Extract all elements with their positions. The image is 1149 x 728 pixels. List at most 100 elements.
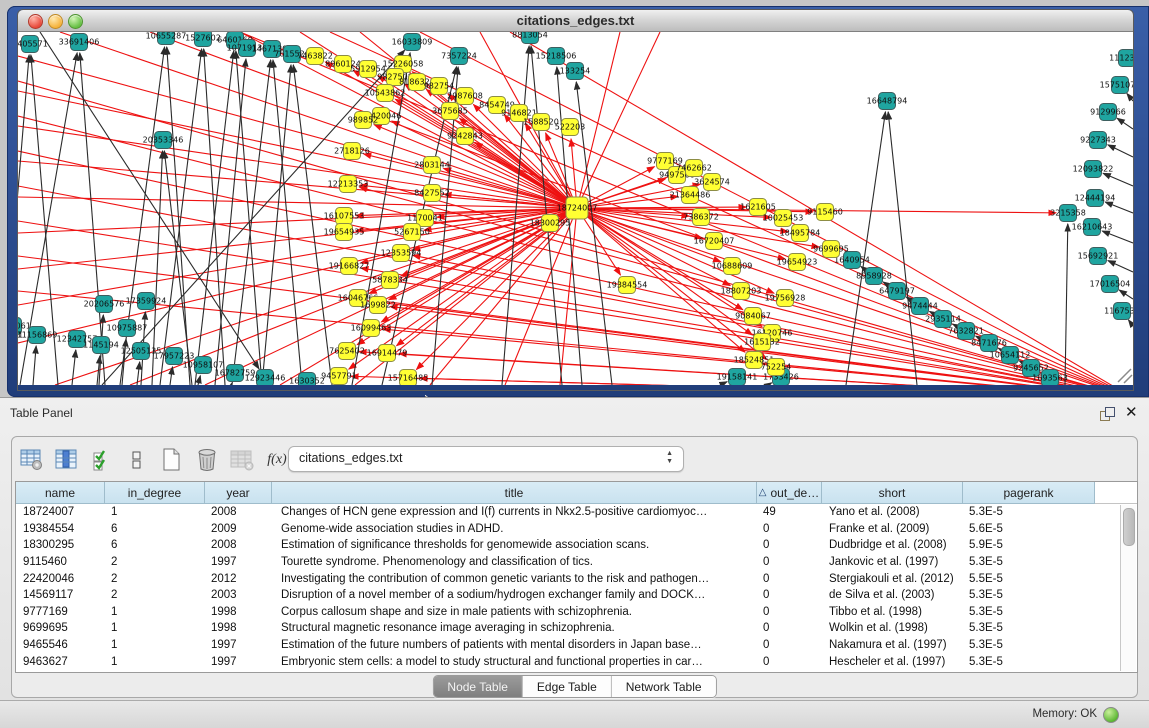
graph-node[interactable]: 9457791 [321, 368, 357, 385]
svg-text:7357224: 7357224 [441, 52, 477, 61]
graph-node[interactable]: 2718126 [334, 143, 370, 160]
tab-edge-table[interactable]: Edge Table [523, 676, 612, 697]
cell-year: 2008 [205, 504, 272, 521]
table-row[interactable]: 946554611997Estimation of the future num… [16, 637, 1137, 654]
toggle-rows-button[interactable] [123, 446, 151, 474]
column-header-out_de[interactable]: △out_de… [757, 482, 822, 504]
svg-text:15716485: 15716485 [388, 374, 429, 383]
table-row[interactable]: 946362711997Embryonic stem cells: a mode… [16, 653, 1137, 670]
citation-network-graph[interactable]: 4405571336914061065528715276026460160107… [18, 32, 1133, 385]
table-mode-button[interactable] [18, 446, 46, 474]
graph-node[interactable]: 1630352 [289, 373, 325, 386]
graph-node[interactable]: 15751074 [1100, 77, 1133, 94]
cell-pagerank: 5.3E-5 [963, 620, 1095, 637]
svg-text:17016504: 17016504 [1090, 280, 1131, 289]
table-row[interactable]: 911546021997Tourette syndrome. Phenomeno… [16, 554, 1137, 571]
cell-year: 1998 [205, 620, 272, 637]
svg-text:9242843: 9242843 [447, 132, 483, 141]
node-table[interactable]: namein_degreeyeartitle△out_de…shortpager… [15, 481, 1138, 673]
svg-text:9699695: 9699695 [813, 245, 849, 254]
scrollbar-thumb[interactable] [1123, 508, 1135, 546]
graph-node[interactable]: 7357224 [441, 48, 477, 65]
graph-node[interactable]: 17016504 [1090, 276, 1131, 293]
cell-year: 2003 [205, 587, 272, 604]
column-header-short[interactable]: short [822, 482, 963, 504]
svg-text:19166827: 19166827 [329, 262, 370, 271]
graph-node[interactable]: 20353346 [143, 132, 184, 149]
table-row[interactable]: 1456911722003Disruption of a novel membe… [16, 587, 1137, 604]
graph-node[interactable]: 19158141 [717, 369, 758, 386]
network-window-titlebar[interactable]: citations_edges.txt [18, 10, 1133, 32]
table-row[interactable]: 1938455462009Genome-wide association stu… [16, 521, 1137, 538]
graph-node[interactable]: 16107553 [324, 208, 365, 225]
graph-node[interactable]: 9084067 [735, 308, 771, 325]
graph-node[interactable]: 10975887 [107, 320, 148, 337]
graph-node[interactable]: 15716485 [388, 370, 429, 386]
network-window-frame: citations_edges.txt 4405571 33691406 10655… [7, 6, 1149, 397]
graph-node[interactable]: 5878334 [372, 272, 408, 289]
cell-title: Embryonic stem cells: a model to study s… [272, 653, 757, 670]
svg-text:752254: 752254 [761, 363, 792, 372]
graph-node[interactable]: 1527602 [185, 32, 221, 47]
table-row[interactable]: 2242004622012Investigating the contribut… [16, 570, 1137, 587]
status-bar: Memory: OK [0, 700, 1149, 728]
network-canvas[interactable]: 4405571336914061065528715276026460160107… [18, 32, 1133, 385]
graph-node[interactable]: 16914479 [367, 345, 408, 362]
svg-text:9115460: 9115460 [807, 208, 843, 217]
delete-table-button[interactable] [228, 446, 256, 474]
graph-node[interactable]: 8427552 [414, 185, 450, 202]
select-all-button[interactable] [88, 446, 116, 474]
graph-node[interactable]: 3215358 [1050, 205, 1086, 222]
svg-text:12444194: 12444194 [1075, 194, 1116, 203]
svg-text:19654935: 19654935 [324, 228, 365, 237]
column-header-title[interactable]: title [272, 482, 757, 504]
graph-node[interactable]: 16648794 [867, 93, 908, 110]
svg-text:9084067: 9084067 [735, 312, 771, 321]
graph-node[interactable]: 2803144 [414, 157, 450, 174]
graph-node[interactable]: 8813054 [512, 32, 548, 44]
column-header-pagerank[interactable]: pagerank [963, 482, 1095, 504]
tab-network-table[interactable]: Network Table [612, 676, 716, 697]
svg-text:5267150: 5267150 [394, 228, 430, 237]
close-panel-icon[interactable]: ✕ [1125, 403, 1138, 421]
graph-node[interactable]: 18495784 [780, 225, 821, 242]
create-column-button[interactable] [158, 446, 186, 474]
svg-text:18495784: 18495784 [780, 229, 821, 238]
graph-node[interactable]: 3675685 [432, 103, 468, 120]
svg-text:1167533: 1167533 [1104, 307, 1133, 316]
cell-short: Dudbridge et al. (2008) [822, 537, 963, 554]
cell-year: 1997 [205, 554, 272, 571]
graph-node[interactable]: 16033809 [392, 34, 433, 51]
function-builder-button[interactable]: f(x) [263, 446, 291, 474]
table-row[interactable]: 1872400712008Changes of HCN gene express… [16, 504, 1137, 521]
graph-node[interactable]: 9129966 [1090, 104, 1126, 121]
graph-node[interactable]: 10655287 [146, 32, 187, 45]
show-columns-button[interactable] [53, 446, 81, 474]
delete-column-button[interactable] [193, 446, 221, 474]
vertical-scrollbar[interactable] [1120, 505, 1136, 671]
checklist-icon [92, 449, 112, 471]
cell-year: 1997 [205, 653, 272, 670]
graph-node[interactable]: 19384554 [607, 277, 648, 294]
column-header-in_degree[interactable]: in_degree [105, 482, 205, 504]
table-row[interactable]: 977716911998Corpus callosum shape and si… [16, 604, 1137, 621]
table-select-dropdown[interactable]: citations_edges.txt ▲▼ [288, 446, 684, 472]
svg-text:4405571: 4405571 [18, 40, 48, 49]
table-row[interactable]: 1830029562008Estimation of significance … [16, 537, 1137, 554]
graph-node[interactable]: 33691406 [59, 34, 100, 51]
cell-out_de: 0 [757, 570, 822, 587]
graph-node[interactable]: 1167533 [1104, 303, 1133, 320]
table-select-value: citations_edges.txt [299, 451, 403, 465]
graph-node[interactable]: 9115460 [807, 204, 843, 221]
graph-node[interactable]: 1112334 [1109, 50, 1133, 67]
cell-in_degree: 1 [105, 620, 205, 637]
float-panel-icon[interactable] [1100, 407, 1116, 421]
column-header-name[interactable]: name [16, 482, 105, 504]
cell-name: 9777169 [16, 604, 105, 621]
table-row[interactable]: 969969511998Structural magnetic resonanc… [16, 620, 1137, 637]
column-header-year[interactable]: year [205, 482, 272, 504]
cell-out_de: 0 [757, 554, 822, 571]
graph-node[interactable]: 10688609 [712, 258, 753, 275]
tab-node-table[interactable]: Node Table [433, 676, 523, 697]
graph-node[interactable]: 8958928 [856, 268, 892, 285]
